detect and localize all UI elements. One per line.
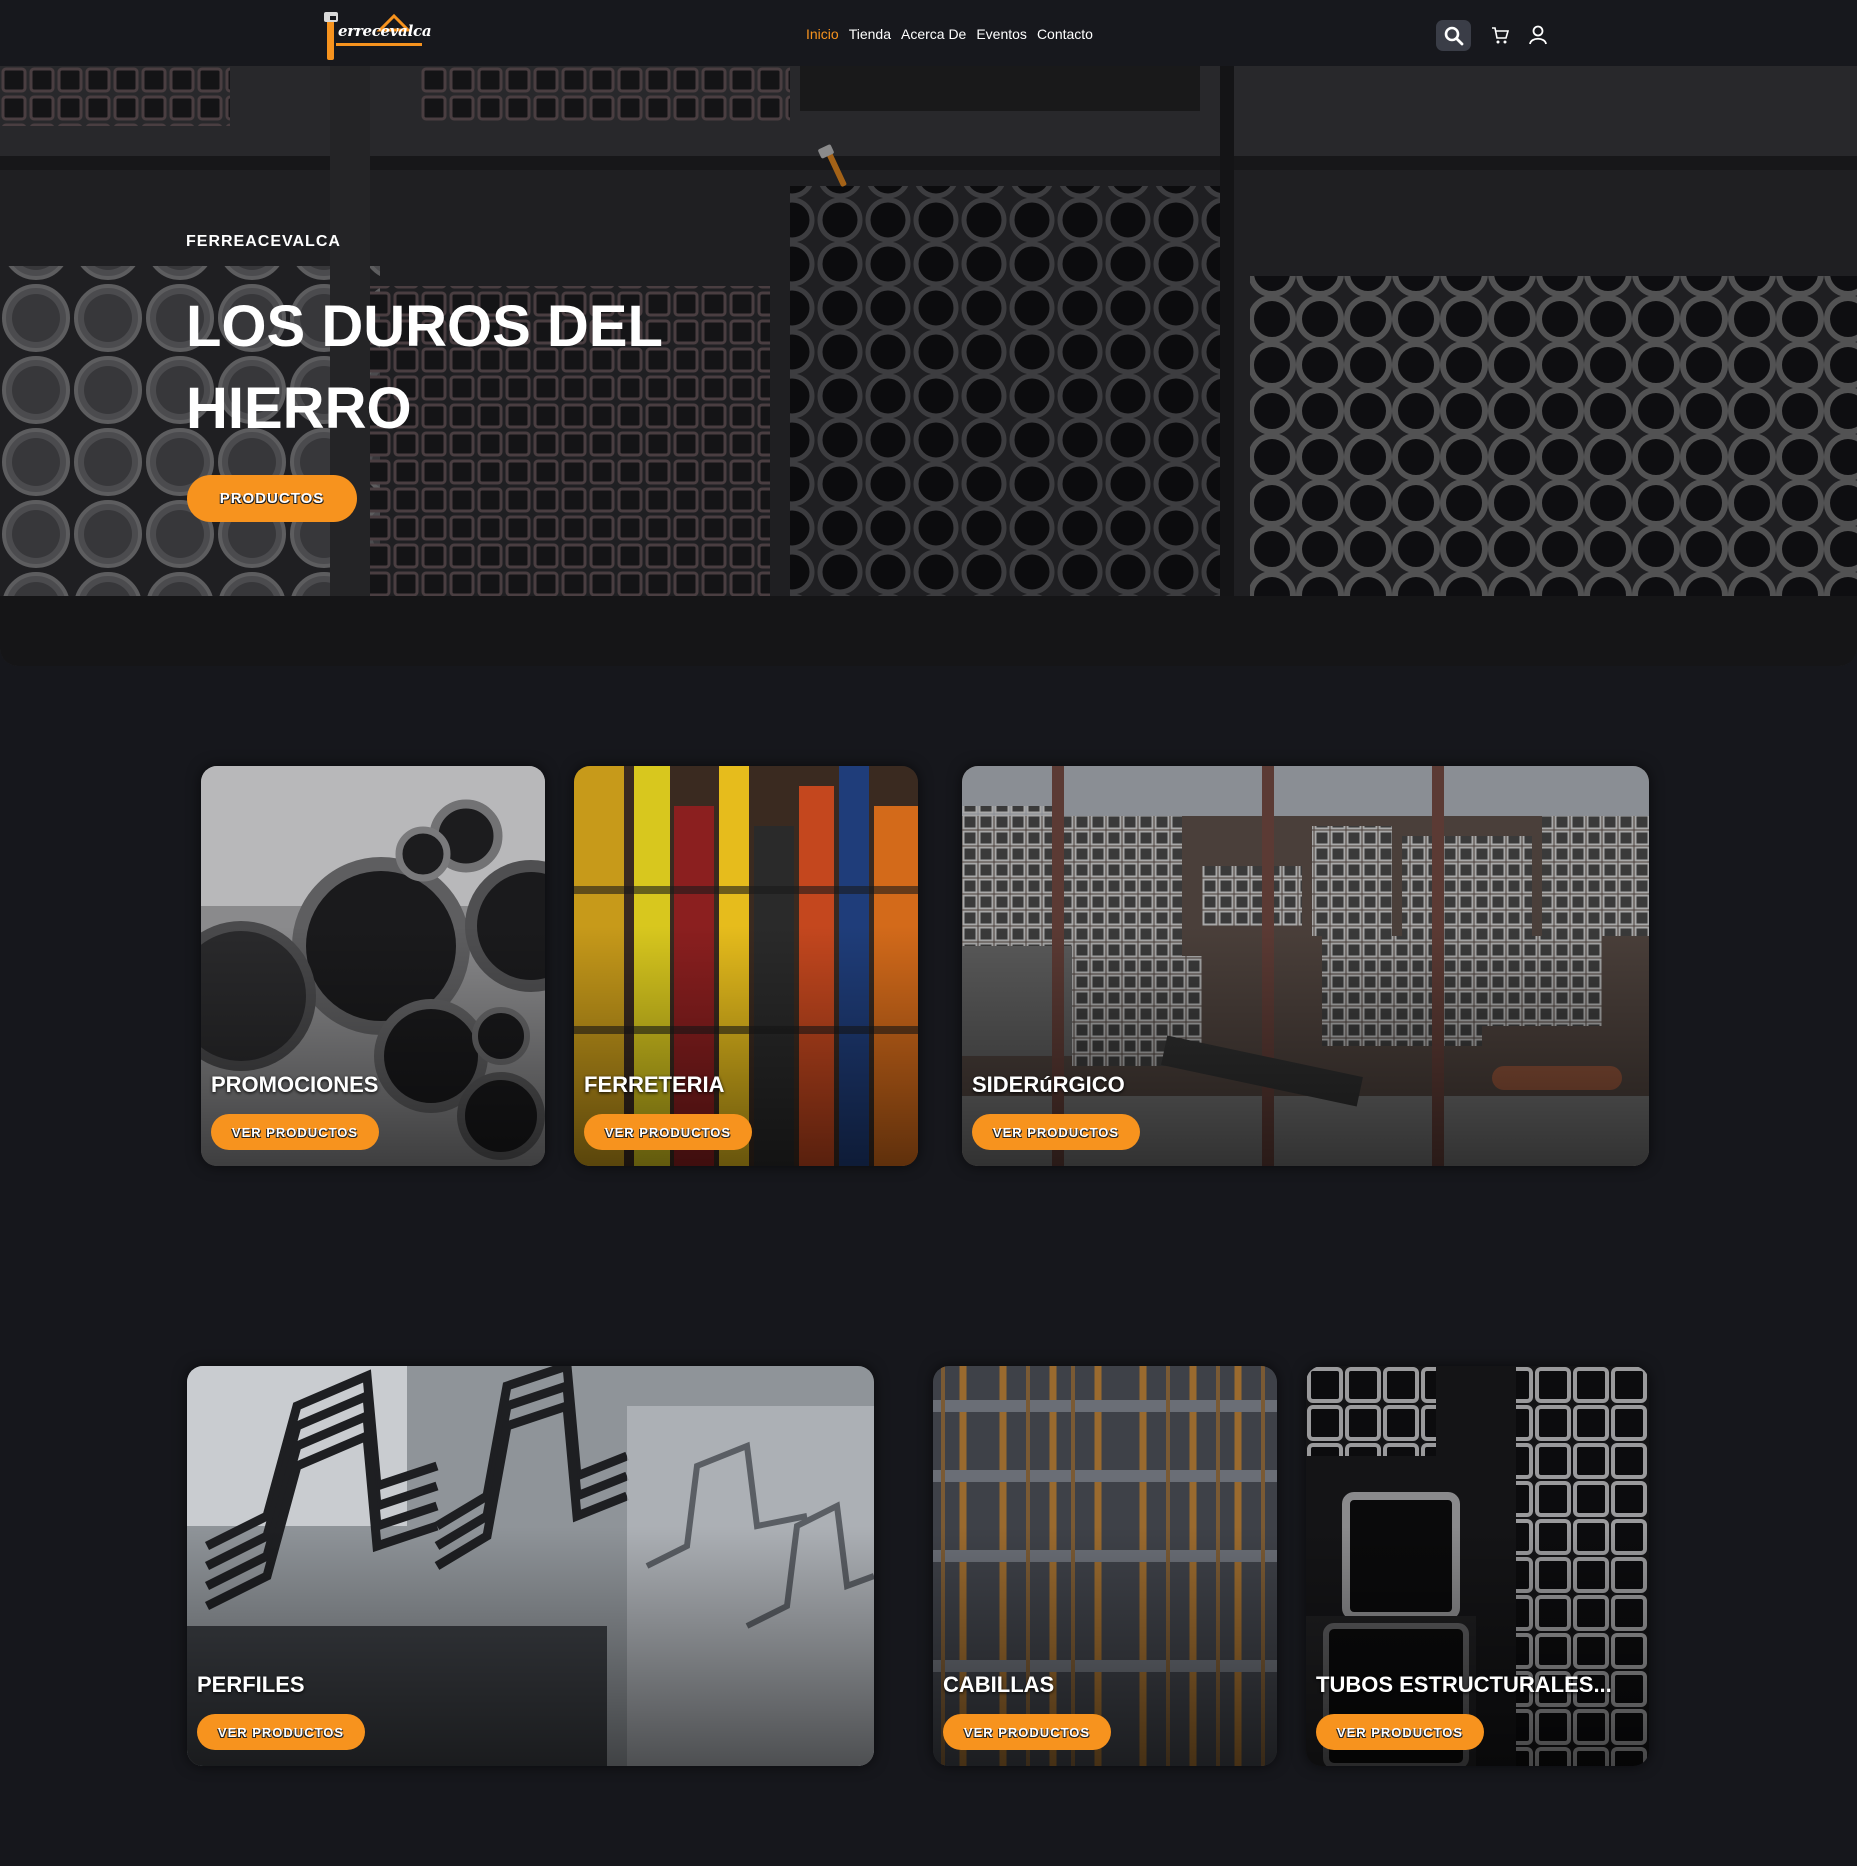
hero-title-line2: HIERRO xyxy=(186,376,412,441)
ver-productos-button[interactable]: VER PRODUCTOS xyxy=(584,1114,752,1150)
search-icon xyxy=(1444,26,1463,45)
category-card-perfiles[interactable]: PERFILES VER PRODUCTOS xyxy=(187,1366,874,1766)
ver-productos-button[interactable]: VER PRODUCTOS xyxy=(197,1714,365,1750)
category-card-promociones[interactable]: PROMOCIONES VER PRODUCTOS xyxy=(201,766,545,1166)
card-title: TUBOS ESTRUCTURALES... xyxy=(1316,1672,1612,1697)
category-card-siderurgico[interactable]: SIDERúRGICO VER PRODUCTOS xyxy=(962,766,1649,1166)
card-title: FERRETERIA xyxy=(584,1072,725,1097)
category-card-cabillas[interactable]: CABILLAS VER PRODUCTOS xyxy=(933,1366,1277,1766)
top-navbar: errecevalca Inicio Tienda Acerca De Even… xyxy=(0,0,1857,66)
nav-tienda[interactable]: Tienda xyxy=(849,26,891,42)
nav-contacto[interactable]: Contacto xyxy=(1037,26,1093,42)
hero-title: LOS DUROS DEL HIERRO xyxy=(186,286,746,450)
cart-icon xyxy=(1492,27,1510,44)
card-shade xyxy=(187,1366,874,1766)
ver-productos-button[interactable]: VER PRODUCTOS xyxy=(972,1114,1140,1150)
ver-productos-button[interactable]: VER PRODUCTOS xyxy=(1316,1714,1484,1750)
card-shade xyxy=(933,1366,1277,1766)
cart-button[interactable] xyxy=(1489,24,1511,46)
account-button[interactable] xyxy=(1527,24,1549,46)
card-title: PERFILES xyxy=(197,1672,305,1697)
ver-productos-button[interactable]: VER PRODUCTOS xyxy=(943,1714,1111,1750)
category-card-ferreteria[interactable]: FERRETERIA VER PRODUCTOS xyxy=(574,766,918,1166)
category-card-tubos-estructurales[interactable]: TUBOS ESTRUCTURALES... VER PRODUCTOS xyxy=(1306,1366,1649,1766)
card-title: PROMOCIONES xyxy=(211,1072,379,1097)
user-icon xyxy=(1529,25,1547,45)
hero-title-line1: LOS DUROS DEL xyxy=(186,294,663,359)
logo-text: errecevalca xyxy=(338,22,432,40)
card-title: SIDERúRGICO xyxy=(972,1072,1125,1097)
card-shade xyxy=(201,766,545,1166)
ver-productos-button[interactable]: VER PRODUCTOS xyxy=(211,1114,379,1150)
nav-eventos[interactable]: Eventos xyxy=(976,26,1027,42)
card-shade xyxy=(574,766,918,1166)
card-shade xyxy=(962,766,1649,1166)
brand-logo[interactable]: errecevalca xyxy=(322,8,432,64)
hero-banner: FERREACEVALCA LOS DUROS DEL HIERRO PRODU… xyxy=(0,66,1857,666)
card-shade xyxy=(1306,1366,1649,1766)
nav-acerca-de[interactable]: Acerca De xyxy=(901,26,966,42)
hero-kicker: FERREACEVALCA xyxy=(186,233,341,250)
card-title: CABILLAS xyxy=(943,1672,1055,1697)
search-button[interactable] xyxy=(1436,20,1471,51)
productos-button[interactable]: PRODUCTOS xyxy=(187,475,357,522)
nav-inicio[interactable]: Inicio xyxy=(806,26,839,42)
main-nav: Inicio Tienda Acerca De Eventos Contacto xyxy=(806,26,1093,42)
